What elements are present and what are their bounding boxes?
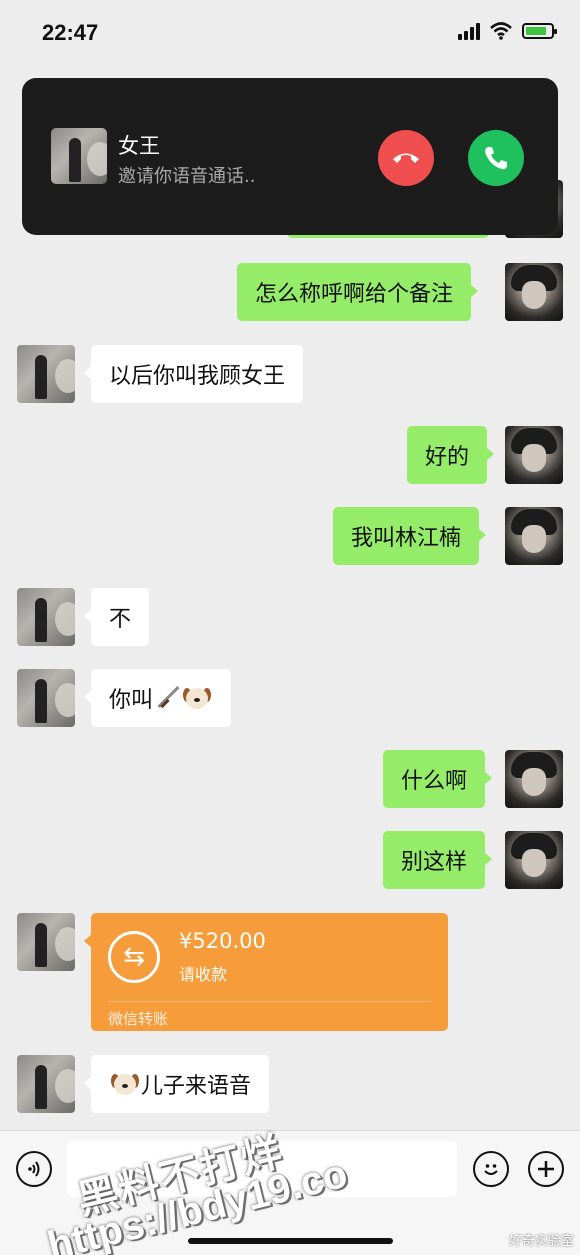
- plus-button[interactable]: [528, 1151, 564, 1187]
- emoji-button[interactable]: [473, 1151, 509, 1187]
- avatar[interactable]: [505, 426, 563, 484]
- call-subtitle: 邀请你语音通话..: [118, 166, 256, 187]
- message-bubble[interactable]: 儿子来语音: [83, 1055, 270, 1113]
- message-bubble[interactable]: 不: [83, 588, 150, 646]
- avatar[interactable]: [17, 1055, 75, 1113]
- avatar[interactable]: [505, 750, 563, 808]
- caller-name: 女王: [118, 134, 160, 158]
- phone-answer-icon: [485, 147, 507, 170]
- transfer-footer: 微信转账: [108, 1010, 169, 1028]
- emoji-icon: [484, 1164, 498, 1175]
- message-bubble[interactable]: 怎么称呼啊给个备注: [237, 263, 479, 321]
- status-bar: 22:47: [0, 0, 580, 70]
- decline-call-button[interactable]: [378, 130, 434, 186]
- dog-face-icon: [111, 1071, 139, 1097]
- divider: [108, 1001, 431, 1002]
- voice-button[interactable]: [16, 1151, 52, 1187]
- caller-avatar: [51, 128, 107, 184]
- message-text: 儿子来语音: [141, 1074, 252, 1099]
- avatar[interactable]: [505, 263, 563, 321]
- avatar[interactable]: [17, 588, 75, 646]
- avatar[interactable]: [505, 831, 563, 889]
- accept-call-button[interactable]: [468, 130, 524, 186]
- message-bubble[interactable]: 以后你叫我顾女王: [83, 345, 304, 403]
- input-bar: [0, 1130, 580, 1255]
- message-bubble[interactable]: 你叫: [83, 669, 232, 727]
- battery-icon: [522, 23, 557, 39]
- status-icons: [458, 22, 557, 40]
- avatar[interactable]: [17, 669, 75, 727]
- message-text: 你叫: [109, 688, 154, 713]
- transfer-status: 请收款: [179, 965, 228, 984]
- transfer-arrows-icon: ⇆: [108, 931, 160, 983]
- transfer-card[interactable]: ⇆ ¥520.00 请收款 微信转账: [84, 913, 448, 1031]
- dagger-icon: [155, 685, 181, 711]
- message-bubble[interactable]: 别这样: [383, 831, 493, 889]
- message-bubble[interactable]: 我叫林江楠: [333, 507, 487, 565]
- incoming-call-banner[interactable]: 女王 邀请你语音通话..: [22, 78, 558, 235]
- avatar[interactable]: [17, 345, 75, 403]
- message-bubble[interactable]: 好的: [407, 426, 495, 484]
- wifi-icon: [490, 22, 512, 40]
- avatar[interactable]: [17, 913, 75, 971]
- message-bubble[interactable]: 什么啊: [383, 750, 493, 808]
- plus-icon: [538, 1161, 554, 1177]
- message-input[interactable]: [67, 1141, 457, 1197]
- dog-face-icon: [183, 685, 212, 711]
- phone-hangup-icon: [393, 153, 419, 163]
- avatar[interactable]: [505, 507, 563, 565]
- status-time: 22:47: [42, 20, 99, 45]
- corner-watermark: 好奇实验室: [508, 1234, 574, 1249]
- transfer-amount: ¥520.00: [179, 929, 266, 953]
- signal-icon: [458, 22, 480, 40]
- voice-icon: [28, 1161, 40, 1177]
- home-indicator[interactable]: [188, 1238, 393, 1244]
